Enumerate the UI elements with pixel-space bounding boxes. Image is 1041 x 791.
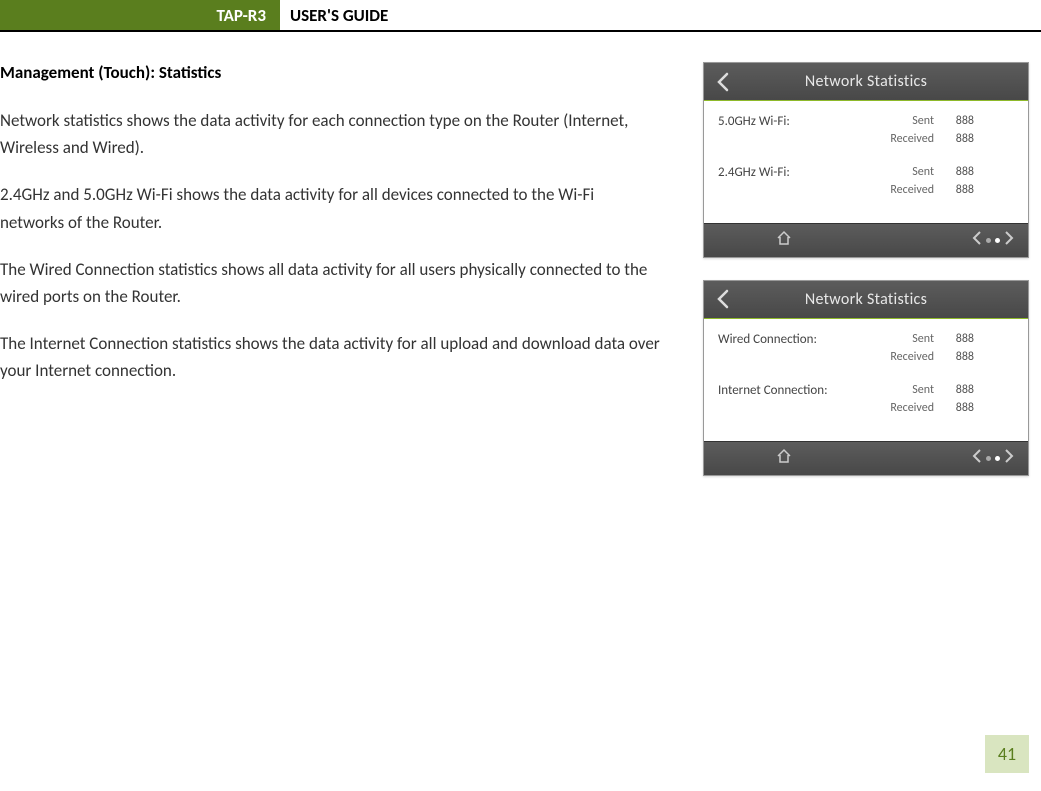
stat-value: 888 [934, 164, 974, 182]
chevron-left-icon[interactable] [972, 229, 982, 251]
screen-title: Network Statistics [742, 72, 1028, 91]
stat-value: 888 [934, 400, 974, 417]
screen-footer [704, 223, 1028, 257]
back-icon[interactable] [704, 289, 742, 309]
screen-header: Network Statistics [704, 63, 1028, 101]
page-number: 41 [985, 735, 1029, 773]
home-icon[interactable] [776, 448, 792, 469]
stat-key: Sent [860, 164, 934, 182]
screen-footer [704, 441, 1028, 475]
chevron-right-icon[interactable] [1004, 229, 1014, 251]
stat-value: 888 [934, 349, 974, 366]
stat-key: Sent [860, 113, 934, 131]
paragraph: The Internet Connection statistics shows… [0, 330, 660, 384]
stat-label-empty [718, 349, 860, 366]
stat-value: 888 [934, 331, 974, 349]
paragraph: Network statistics shows the data activi… [0, 107, 660, 161]
page-dot [986, 238, 991, 243]
stat-key: Sent [860, 382, 934, 400]
stat-key: Sent [860, 331, 934, 349]
guide-title: USER'S GUIDE [280, 0, 398, 30]
stat-label: 2.4GHz Wi-Fi: [718, 164, 860, 182]
chevron-left-icon[interactable] [972, 447, 982, 469]
screenshots: Network Statistics 5.0GHz Wi-Fi: Sent 88… [703, 62, 1041, 498]
stat-label-empty [718, 182, 860, 199]
stat-block: Wired Connection: Sent 888 Received 888 [718, 331, 1014, 366]
pager[interactable] [972, 229, 1014, 251]
stat-block: 5.0GHz Wi-Fi: Sent 888 Received 888 [718, 113, 1014, 148]
screen-body: 5.0GHz Wi-Fi: Sent 888 Received 888 2.4G… [704, 101, 1028, 223]
device-screenshot: Network Statistics 5.0GHz Wi-Fi: Sent 88… [703, 62, 1029, 258]
stat-value: 888 [934, 182, 974, 199]
home-icon[interactable] [776, 230, 792, 251]
stat-label-empty [718, 131, 860, 148]
chevron-right-icon[interactable] [1004, 447, 1014, 469]
product-name: TAP-R3 [217, 5, 266, 26]
page-dot-active [995, 238, 1000, 243]
paragraph: 2.4GHz and 5.0GHz Wi-Fi shows the data a… [0, 181, 660, 235]
stat-key: Received [860, 131, 934, 148]
back-icon[interactable] [704, 72, 742, 92]
screen-body: Wired Connection: Sent 888 Received 888 … [704, 319, 1028, 441]
doc-header: TAP-R3 USER'S GUIDE [0, 0, 1041, 32]
stat-key: Received [860, 400, 934, 417]
stat-value: 888 [934, 113, 974, 131]
stat-label: Wired Connection: [718, 331, 860, 349]
stat-value: 888 [934, 382, 974, 400]
device-screenshot: Network Statistics Wired Connection: Sen… [703, 280, 1029, 476]
stat-value: 888 [934, 131, 974, 148]
stat-label-empty [718, 400, 860, 417]
page-dot [986, 456, 991, 461]
stat-block: Internet Connection: Sent 888 Received 8… [718, 382, 1014, 417]
paragraph: The Wired Connection statistics shows al… [0, 256, 660, 310]
stat-key: Received [860, 349, 934, 366]
screen-title: Network Statistics [742, 290, 1028, 309]
page-dot-active [995, 456, 1000, 461]
stat-label: Internet Connection: [718, 382, 860, 400]
stat-key: Received [860, 182, 934, 199]
pager[interactable] [972, 447, 1014, 469]
stat-block: 2.4GHz Wi-Fi: Sent 888 Received 888 [718, 164, 1014, 199]
screen-header: Network Statistics [704, 281, 1028, 319]
stat-label: 5.0GHz Wi-Fi: [718, 113, 860, 131]
section-title: Management (Touch): Statistics [0, 62, 683, 83]
product-badge: TAP-R3 [0, 0, 280, 30]
body-text: Management (Touch): Statistics Network s… [0, 62, 703, 498]
